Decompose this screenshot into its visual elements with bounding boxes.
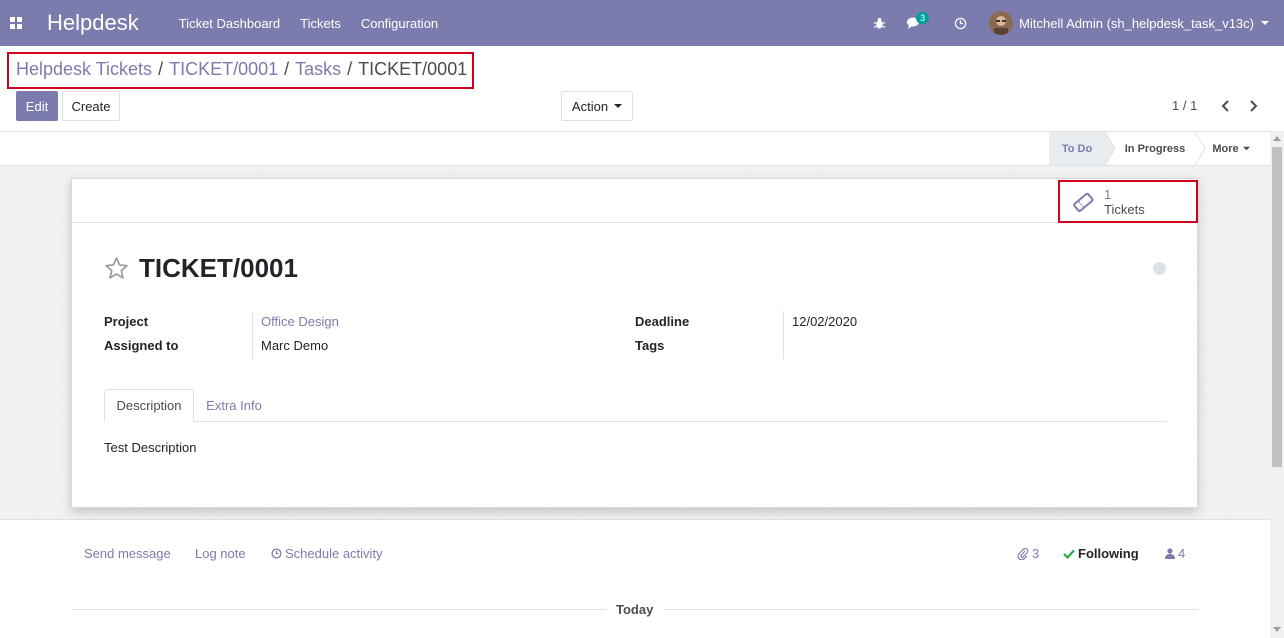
following-label: Following [1078,546,1139,561]
caret-down-icon [1261,21,1269,25]
pager-previous-button[interactable] [1218,96,1234,116]
edit-button[interactable]: Edit [16,91,58,121]
scroll-down-icon[interactable] [1273,627,1281,632]
top-navbar: Helpdesk Ticket Dashboard Tickets Config… [0,0,1284,46]
tags-label: Tags [635,338,665,353]
check-icon [1063,549,1075,559]
breadcrumb-tasks[interactable]: Tasks [295,59,341,80]
chat-count-badge: 3 [916,12,930,24]
scrollbar-thumb[interactable] [1272,147,1282,467]
divider [71,609,606,610]
field-divider [783,311,784,359]
activity-clock-icon[interactable] [944,0,977,46]
smart-button-box: 1 Tickets [72,179,1198,223]
log-note-button[interactable]: Log note [195,546,246,561]
vertical-scrollbar[interactable] [1270,131,1284,638]
tab-extra-info[interactable]: Extra Info [194,389,274,422]
attachments-button[interactable]: 3 [1017,546,1039,561]
star-icon[interactable] [104,256,129,281]
chevron-left-icon [1221,100,1229,112]
assigned-to-field[interactable]: Marc Demo [261,338,328,353]
chat-bubbles-icon[interactable]: 3 [896,0,944,46]
breadcrumb-helpdesk-tickets[interactable]: Helpdesk Tickets [16,59,152,80]
description-text[interactable]: Test Description [104,440,196,455]
form-sheet: 1 Tickets TICKET/0001 Project Assigned t… [71,178,1198,508]
navbar-systray: 3 Mitchell Admin (sh_helpdesk_task_v13c) [863,0,1284,46]
create-button[interactable]: Create [62,91,120,121]
stage-more-dropdown[interactable]: More [1205,132,1257,165]
tab-description[interactable]: Description [104,389,194,422]
stage-to-do[interactable]: To Do [1049,132,1105,165]
debug-bug-icon[interactable] [863,0,896,46]
send-message-button[interactable]: Send message [84,546,171,561]
breadcrumb: Helpdesk Tickets / TICKET/0001 / Tasks /… [16,59,467,80]
schedule-activity-button[interactable]: Schedule activity [271,546,383,561]
menu-tickets[interactable]: Tickets [300,16,341,31]
apps-menu-icon[interactable] [0,0,32,46]
tickets-count: 1 [1104,186,1112,202]
followers-count: 4 [1178,546,1186,561]
status-bar: To Do In Progress More [0,131,1270,166]
tickets-label: Tickets [1104,201,1145,217]
breadcrumb-ticket[interactable]: TICKET/0001 [169,59,278,80]
chevron-right-icon [1250,100,1258,112]
divider [663,609,1198,610]
breadcrumb-separator: / [284,59,290,79]
today-separator-label: Today [616,602,654,617]
app-brand[interactable]: Helpdesk [47,10,139,36]
caret-down-icon [614,104,623,108]
tickets-smart-button[interactable]: 1 Tickets [1058,180,1198,223]
field-divider [252,311,253,359]
page-title[interactable]: TICKET/0001 [139,253,298,284]
menu-configuration[interactable]: Configuration [361,16,438,31]
clock-icon [271,548,282,559]
followers-button[interactable]: 4 [1165,546,1185,561]
deadline-field[interactable]: 12/02/2020 [792,314,857,329]
deadline-label: Deadline [635,314,690,329]
assigned-to-label: Assigned to [104,338,179,353]
action-dropdown[interactable]: Action [561,91,633,121]
user-icon [1165,548,1175,559]
following-button[interactable]: Following [1063,546,1139,561]
pager-value[interactable]: 1 / 1 [1172,98,1197,113]
ticket-icon [1072,191,1094,213]
title-row: TICKET/0001 [104,253,298,284]
breadcrumb-separator: / [347,59,353,79]
menu-ticket-dashboard[interactable]: Ticket Dashboard [179,16,280,31]
project-field[interactable]: Office Design [261,314,339,329]
action-label: Action [571,98,609,114]
scroll-up-icon[interactable] [1273,136,1281,141]
user-name: Mitchell Admin (sh_helpdesk_task_v13c) [1019,15,1254,31]
stage-separator-icon [1195,132,1205,165]
avatar [989,11,1014,35]
stage-more-label: More [1212,142,1239,155]
user-menu[interactable]: Mitchell Admin (sh_helpdesk_task_v13c) [977,11,1284,35]
paperclip-icon [1017,547,1029,560]
stage-in-progress[interactable]: In Progress [1112,132,1198,165]
project-label: Project [104,314,149,329]
notebook-tabs: Description Extra Info [104,389,1167,422]
attachments-count: 3 [1032,546,1040,561]
breadcrumb-separator: / [158,59,164,79]
caret-down-icon [1242,146,1250,151]
breadcrumb-current: TICKET/0001 [358,59,468,79]
schedule-activity-label: Schedule activity [285,546,383,561]
kanban-state-dot[interactable] [1153,262,1166,275]
pager-next-button[interactable] [1245,96,1261,116]
